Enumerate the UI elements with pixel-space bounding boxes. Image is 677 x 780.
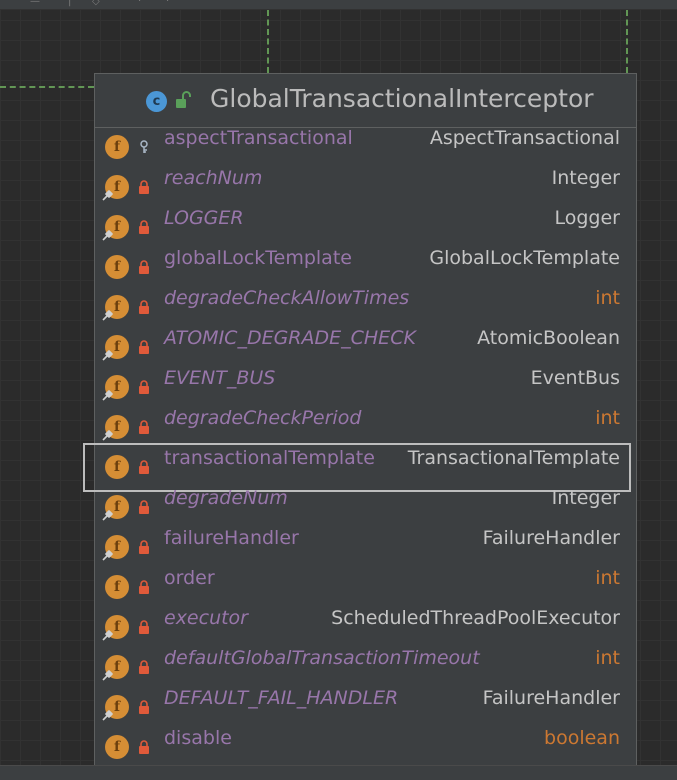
field-name: LOGGER [164, 207, 244, 229]
field-type: Integer [551, 487, 620, 509]
field-name: EVENT_BUS [164, 367, 276, 389]
lock-icon [139, 180, 149, 194]
toolbar-glyph: ◇ [92, 0, 100, 7]
connector-line [0, 86, 94, 88]
field-icon: f [105, 735, 129, 759]
field-type: TransactionalTemplate [407, 447, 620, 469]
lock-icon [139, 420, 149, 434]
field-row[interactable]: f EVENT_BUS EventBus [95, 367, 636, 407]
field-row[interactable]: f order int [95, 567, 636, 607]
lock-icon [139, 740, 149, 754]
field-name: ATOMIC_DEGRADE_CHECK [164, 327, 416, 349]
field-name: disable [164, 727, 232, 749]
static-pin-icon [102, 350, 113, 361]
lock-icon [139, 620, 149, 634]
lock-icon [139, 540, 149, 554]
toolbar-glyph: | [68, 0, 72, 7]
field-icon: f [105, 255, 129, 279]
field-row[interactable]: f aspectTransactional AspectTransactional [95, 127, 636, 167]
field-name: degradeNum [164, 487, 288, 509]
field-icon: f [105, 575, 129, 599]
field-name: defaultGlobalTransactionTimeout [164, 647, 480, 669]
field-row[interactable]: f transactionalTemplate TransactionalTempl… [95, 447, 636, 487]
field-name: DEFAULT_FAIL_HANDLER [164, 687, 399, 709]
field-row[interactable]: f defaultGlobalTransactionTimeout int [95, 647, 636, 687]
class-c-icon: c [146, 91, 167, 112]
class-node[interactable]: c GlobalTransactionalInterceptor f aspect… [94, 73, 637, 773]
toolbar-glyph: · [166, 0, 170, 7]
static-pin-icon [102, 670, 113, 681]
field-row[interactable]: f DEFAULT_FAIL_HANDLER FailureHandler [95, 687, 636, 727]
field-type: AtomicBoolean [477, 327, 620, 349]
field-name: failureHandler [164, 527, 299, 549]
lock-icon [139, 340, 149, 354]
field-row[interactable]: f ATOMIC_DEGRADE_CHECK AtomicBoolean [95, 327, 636, 367]
lock-icon [139, 460, 149, 474]
bottom-bar [0, 765, 677, 780]
connector-line [626, 10, 628, 73]
connector-line [267, 10, 269, 73]
lock-icon [139, 260, 149, 274]
diagram-canvas[interactable]: — | ◇ · · c GlobalTransactionalIntercept… [0, 0, 677, 780]
key-icon [140, 140, 148, 153]
field-type: FailureHandler [482, 687, 620, 709]
field-row[interactable]: f failureHandler FailureHandler [95, 527, 636, 567]
field-name: degradeCheckPeriod [164, 407, 362, 429]
static-pin-icon [102, 310, 113, 321]
lock-icon [139, 220, 149, 234]
top-toolbar: — | ◇ · · [0, 0, 677, 10]
toolbar-glyph: — [30, 0, 40, 7]
field-type: boolean [544, 727, 620, 749]
static-pin-icon [102, 230, 113, 241]
lock-icon [139, 380, 149, 394]
lock-icon [139, 700, 149, 714]
unlock-icon [176, 91, 191, 108]
field-type: int [595, 287, 620, 309]
field-type: AspectTransactional [429, 127, 620, 149]
field-type: Integer [551, 167, 620, 189]
static-pin-icon [102, 550, 113, 561]
field-row[interactable]: f globalLockTemplate GlobalLockTemplate [95, 247, 636, 287]
field-name: order [164, 567, 215, 589]
field-name: aspectTransactional [164, 127, 353, 149]
field-row[interactable]: f LOGGER Logger [95, 207, 636, 247]
static-pin-icon [102, 390, 113, 401]
lock-icon [139, 300, 149, 314]
field-name: degradeCheckAllowTimes [164, 287, 410, 309]
field-type: GlobalLockTemplate [429, 247, 620, 269]
field-icon: f [105, 135, 129, 159]
field-name: globalLockTemplate [164, 247, 352, 269]
field-name: reachNum [164, 167, 263, 189]
class-node-header[interactable]: c GlobalTransactionalInterceptor [95, 74, 636, 128]
field-type: Logger [554, 207, 621, 229]
field-name: executor [164, 607, 248, 629]
field-type: FailureHandler [482, 527, 620, 549]
field-icon: f [105, 455, 129, 479]
field-row[interactable]: f degradeCheckAllowTimes int [95, 287, 636, 327]
lock-icon [139, 580, 149, 594]
static-pin-icon [102, 430, 113, 441]
field-row[interactable]: f executor ScheduledThreadPoolExecutor [95, 607, 636, 647]
static-pin-icon [102, 510, 113, 521]
class-name: GlobalTransactionalInterceptor [210, 84, 594, 113]
field-list: f aspectTransactional AspectTransactional f… [95, 127, 636, 767]
field-type: int [595, 647, 620, 669]
static-pin-icon [102, 710, 113, 721]
field-name: transactionalTemplate [164, 447, 375, 469]
field-type: ScheduledThreadPoolExecutor [331, 607, 620, 629]
field-type: int [595, 567, 620, 589]
static-pin-icon [102, 190, 113, 201]
field-row[interactable]: f degradeCheckPeriod int [95, 407, 636, 447]
field-row[interactable]: f disable boolean [95, 727, 636, 767]
field-type: EventBus [530, 367, 620, 389]
field-row[interactable]: f degradeNum Integer [95, 487, 636, 527]
lock-icon [139, 660, 149, 674]
toolbar-glyph: · [138, 0, 142, 7]
field-row[interactable]: f reachNum Integer [95, 167, 636, 207]
static-pin-icon [102, 630, 113, 641]
lock-icon [139, 500, 149, 514]
field-type: int [595, 407, 620, 429]
